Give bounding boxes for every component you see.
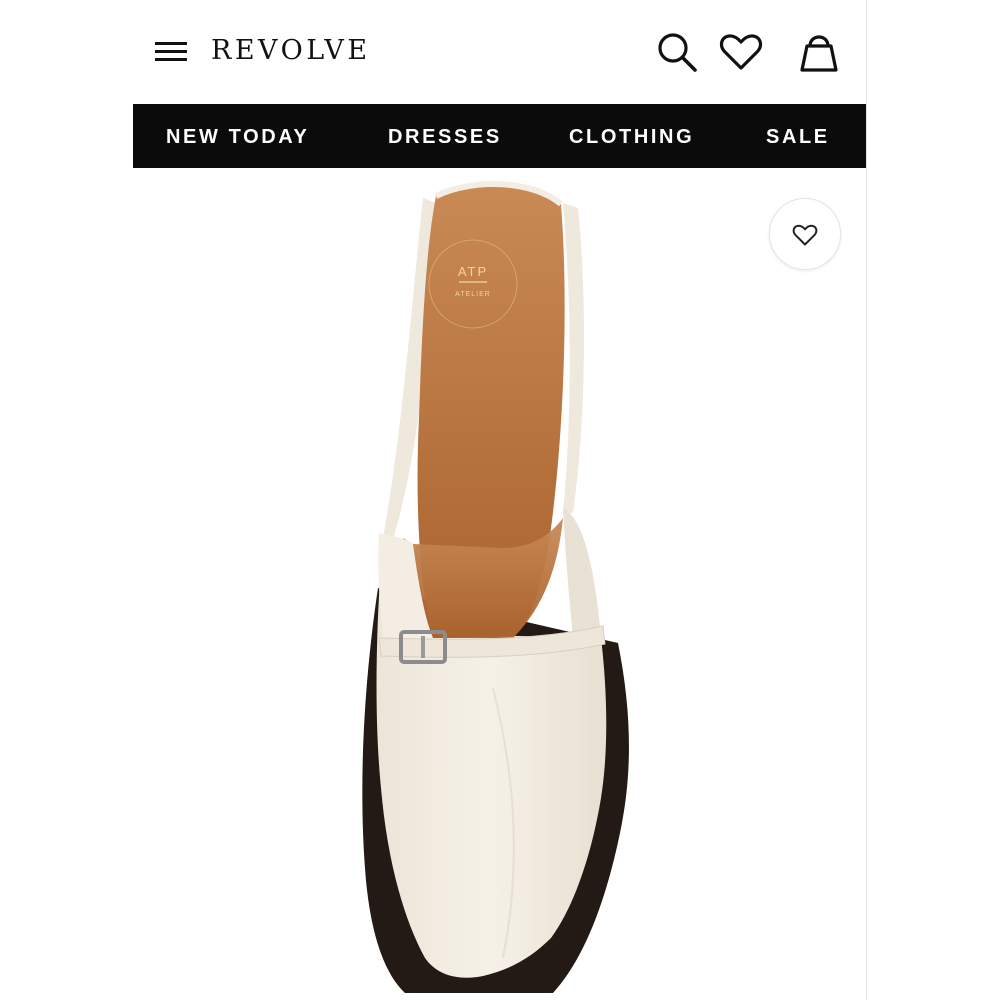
- mobile-page: REVOLVE NEW TODAY DRESSES CLOTHING SALE: [133, 0, 867, 1000]
- favorite-button[interactable]: [769, 198, 841, 270]
- nav-item-sale[interactable]: SALE: [766, 104, 830, 168]
- product-image[interactable]: ATP ATELIER: [133, 168, 867, 1000]
- page-edge-divider: [866, 0, 867, 1000]
- hamburger-menu-icon[interactable]: [153, 38, 191, 66]
- heart-outline-icon: [792, 224, 818, 246]
- svg-text:ATELIER: ATELIER: [455, 291, 491, 298]
- nav-item-dresses[interactable]: DRESSES: [388, 104, 502, 168]
- heart-icon[interactable]: [717, 28, 765, 76]
- nav-item-new-today[interactable]: NEW TODAY: [166, 104, 309, 168]
- search-icon[interactable]: [653, 28, 701, 76]
- svg-text:ATP: ATP: [458, 264, 488, 279]
- site-header: REVOLVE: [133, 0, 867, 104]
- shoe-illustration: ATP ATELIER: [362, 181, 629, 993]
- nav-item-clothing[interactable]: CLOTHING: [569, 104, 694, 168]
- site-logo[interactable]: REVOLVE: [211, 32, 371, 70]
- shopping-bag-icon[interactable]: [795, 28, 843, 76]
- category-nav: NEW TODAY DRESSES CLOTHING SALE: [133, 104, 867, 168]
